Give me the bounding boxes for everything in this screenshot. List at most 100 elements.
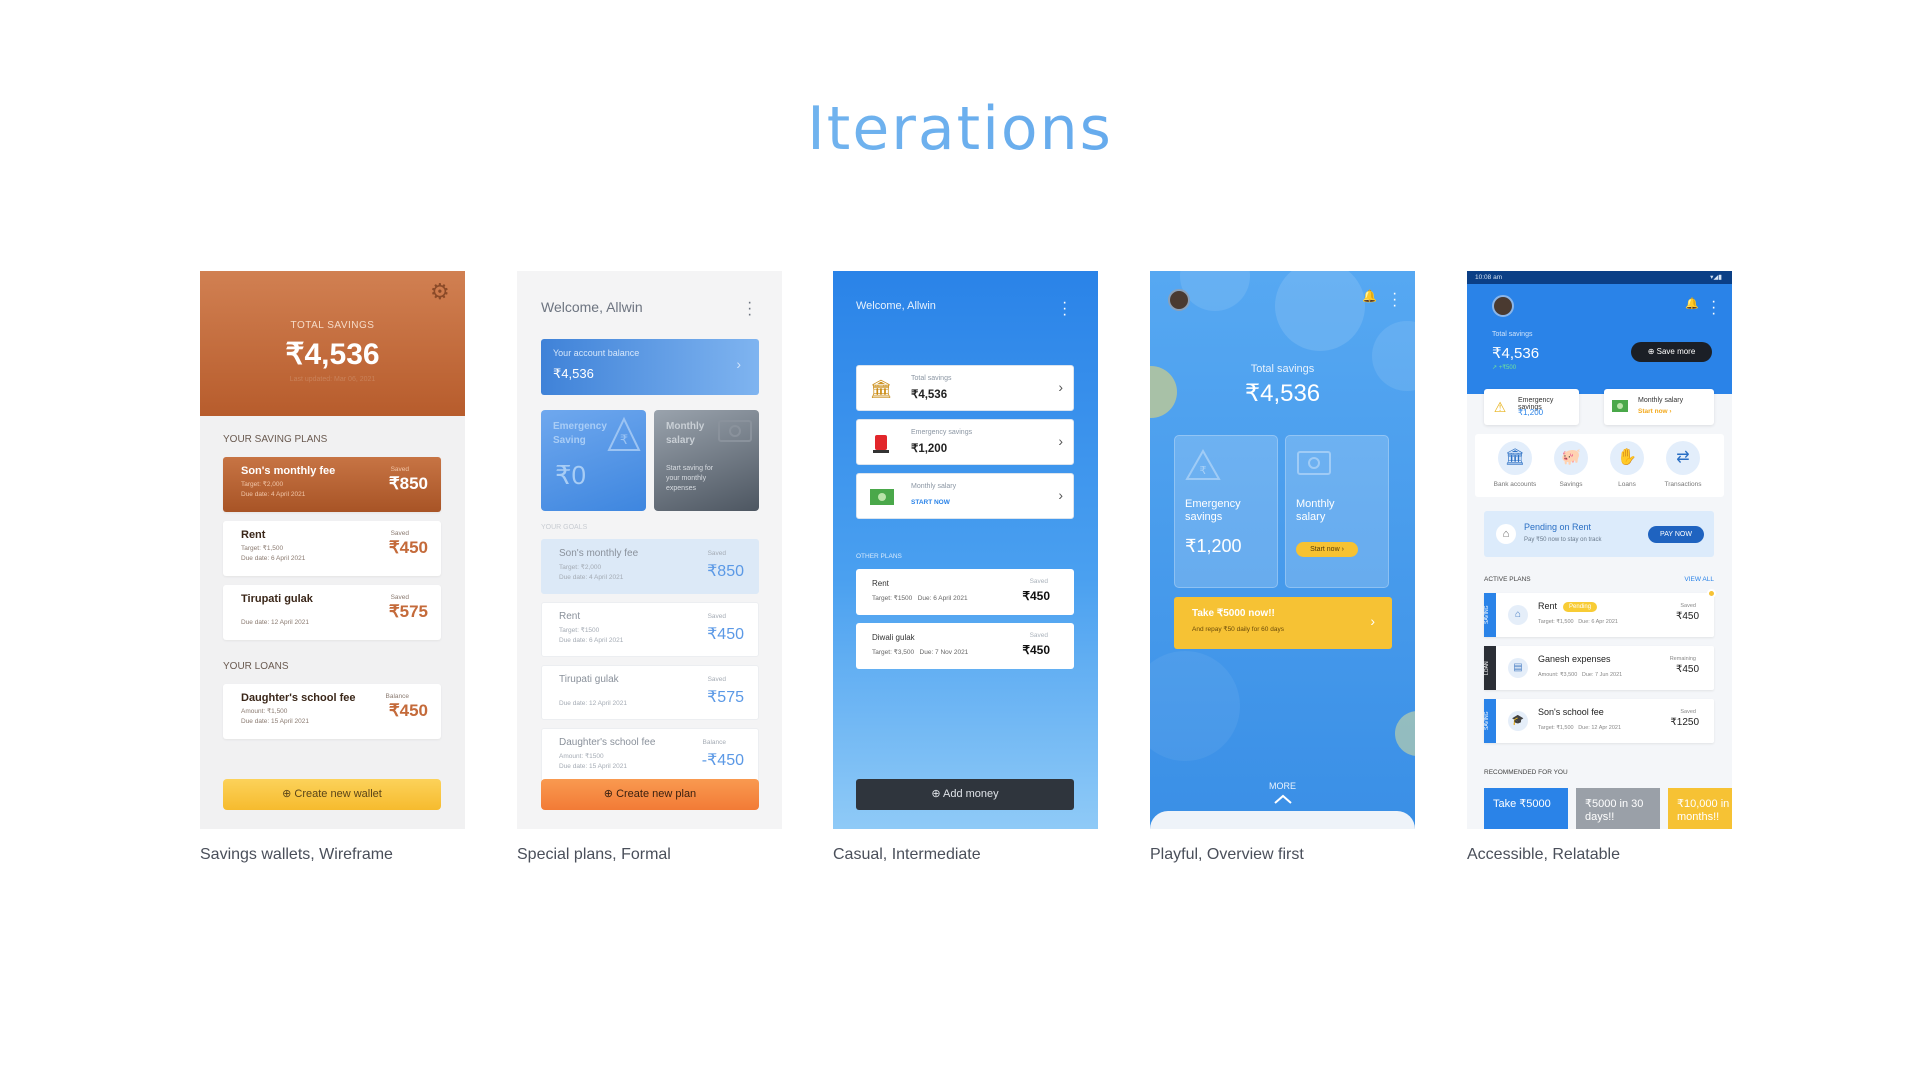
monthly-salary-tile[interactable]: Monthly salary Start now ›	[1285, 435, 1389, 588]
start-now-button[interactable]: Start now ›	[1296, 542, 1358, 557]
plan-target: Target: ₹1500	[872, 595, 913, 602]
plan-card[interactable]: Diwali gulak Target: ₹3,500 Due: 7 Nov 2…	[856, 623, 1074, 669]
savings-wallets-screen: ⚙ TOTAL SAVINGS ₹4,536 Last updated: Mar…	[200, 271, 465, 829]
create-plan-button[interactable]: ⊕ Create new plan	[541, 779, 759, 810]
emergency-savings-card[interactable]: ⚠ Emergency savings ₹1,200	[1484, 389, 1579, 425]
active-plan-card[interactable]: SAVING 🎓 Son's school fee Target: ₹1,500…	[1484, 699, 1714, 743]
account-balance-card[interactable]: Your account balance ₹4,536 ›	[541, 339, 759, 395]
goal-card[interactable]: Son's monthly fee Target: ₹2,000 Due date…	[541, 539, 759, 594]
emergency-saving-tile[interactable]: Emergency Saving ₹ ₹0	[541, 410, 646, 511]
decorative-bubble	[1150, 651, 1240, 761]
pending-rent-banner[interactable]: ⌂ Pending on Rent Pay ₹50 now to stay on…	[1484, 511, 1714, 557]
goal-status: Saved	[707, 550, 726, 557]
school-icon: 🎓	[1508, 711, 1528, 731]
iteration-4: 🔔 · · · Total savings ₹4,536 ₹ Emergency s…	[1150, 271, 1415, 863]
emergency-savings-tile[interactable]: ₹ Emergency savings ₹1,200	[1174, 435, 1278, 588]
pending-title: Pending on Rent	[1524, 522, 1592, 532]
start-now-link[interactable]: Start now ›	[1638, 408, 1672, 415]
plan-status: Saved	[390, 594, 409, 601]
quick-action-loans[interactable]: ✋ Loans	[1601, 441, 1653, 488]
monthly-salary-card[interactable]: Monthly salary Start now ›	[1604, 389, 1714, 425]
plan-card[interactable]: Son's monthly fee Target: ₹2,000 Due date…	[223, 457, 441, 512]
quick-action-label: Loans	[1618, 481, 1636, 488]
plan-card[interactable]: Rent Target: ₹1,500 Due date: 6 April 202…	[223, 521, 441, 576]
bottom-sheet[interactable]	[1150, 811, 1415, 829]
loan-status: Balance	[385, 693, 410, 700]
plan-card[interactable]: Tirupati gulak Due date: 12 April 2021 S…	[223, 585, 441, 640]
plan-due: Due: 6 Apr 2021	[1578, 619, 1618, 625]
plan-meta: Due date: 12 April 2021	[241, 608, 309, 628]
plan-status: Saved	[1029, 578, 1048, 585]
goal-target: Target: ₹1500	[559, 627, 600, 634]
plan-name: Rent	[1538, 601, 1558, 611]
goal-status: Balance	[702, 739, 727, 746]
goal-card[interactable]: Daughter's school fee Amount: ₹1500 Due d…	[541, 728, 759, 783]
monthly-salary-tile[interactable]: Monthly salary Start saving for your mon…	[654, 410, 759, 511]
card-label: Monthly salary	[1638, 397, 1684, 404]
quick-action-savings[interactable]: 🐖 Savings	[1545, 441, 1597, 488]
total-savings-amount: ₹4,536	[1492, 345, 1540, 362]
bell-icon[interactable]: 🔔	[1362, 289, 1377, 303]
quick-action-transactions[interactable]: ⇄ Transactions	[1657, 441, 1709, 488]
add-money-button[interactable]: ⊕ Add money	[856, 779, 1074, 810]
decorative-bubble	[1395, 711, 1415, 756]
welcome-text: Welcome, Allwin	[541, 299, 643, 315]
plan-card[interactable]: Rent Target: ₹1500 Due: 6 April 2021 Sav…	[856, 569, 1074, 615]
goal-amount: -₹450	[701, 752, 744, 769]
gear-icon[interactable]: ⚙	[430, 281, 452, 303]
tile-label: Emergency Saving	[553, 421, 607, 446]
bell-icon[interactable]: 🔔	[1685, 297, 1699, 310]
goal-card[interactable]: Tirupati gulak Due date: 12 April 2021 S…	[541, 665, 759, 720]
goal-card[interactable]: Rent Target: ₹1500 Due date: 6 April 2021…	[541, 602, 759, 657]
emergency-savings-card[interactable]: Emergency savings ₹1,200 ›	[856, 419, 1074, 465]
tile-label: Monthly salary	[666, 421, 705, 446]
view-all-link[interactable]: VIEW ALL	[1684, 576, 1714, 583]
plan-meta: Target: ₹2,000 Due date: 4 April 2021	[241, 480, 305, 500]
hand-coin-icon: ✋	[1610, 441, 1644, 475]
avatar[interactable]	[1168, 289, 1190, 311]
total-savings-card[interactable]: 🏛 Total savings ₹4,536 ›	[856, 365, 1074, 411]
card-label: Monthly salary	[911, 483, 957, 490]
goal-amount: ₹575	[707, 689, 744, 706]
loan-card[interactable]: Daughter's school fee Amount: ₹1,500 Due …	[223, 684, 441, 739]
header: ⚙ TOTAL SAVINGS ₹4,536 Last updated: Mar…	[200, 271, 465, 416]
monthly-salary-card[interactable]: Monthly salary START NOW ›	[856, 473, 1074, 519]
pay-now-button[interactable]: PAY NOW	[1648, 526, 1704, 543]
status-time: 10:08 am	[1475, 274, 1503, 281]
active-plan-card[interactable]: LOAN ▤ Ganesh expenses Amount: ₹3,500 Du…	[1484, 646, 1714, 690]
goals-label: YOUR GOALS	[541, 524, 588, 531]
loan-offer-card[interactable]: Take ₹5000 now!! And repay ₹50 daily for…	[1174, 597, 1392, 649]
status-bar: 10:08 am ▾◢▮	[1467, 271, 1732, 284]
recommendation-card[interactable]: Take ₹5000	[1484, 788, 1568, 829]
avatar[interactable]	[1492, 295, 1514, 317]
last-updated: Last updated: Mar 06, 2021	[289, 376, 376, 383]
more-label[interactable]: MORE	[1150, 781, 1415, 791]
page-title: Iterations	[0, 94, 1920, 164]
more-options-icon[interactable]: · · ·	[1711, 294, 1716, 322]
plan-name: Rent	[241, 529, 266, 541]
quick-action-label: Savings	[1559, 481, 1583, 488]
active-plan-card[interactable]: SAVING ⌂ Rent Pending Target: ₹1,500 Due:…	[1484, 589, 1716, 637]
saving-plans-label: YOUR SAVING PLANS	[223, 434, 328, 445]
warning-icon: ₹	[607, 416, 641, 451]
total-savings-amount: ₹4,536	[1244, 380, 1321, 407]
goal-meta: Target: ₹2,000 Due date: 4 April 2021	[559, 563, 623, 583]
plan-meta: Target: ₹1,500 Due: 6 Apr 2021	[1538, 619, 1618, 625]
create-wallet-button[interactable]: ⊕ Create new wallet	[223, 779, 441, 810]
start-now-link[interactable]: START NOW	[911, 499, 950, 506]
more-options-icon[interactable]: · · ·	[1392, 286, 1397, 314]
recommendation-card[interactable]: ₹5000 in 30 days!!	[1576, 788, 1660, 829]
playful-screen: 🔔 · · · Total savings ₹4,536 ₹ Emergency s…	[1150, 271, 1415, 829]
plan-status: Saved	[1680, 709, 1696, 715]
recommendation-card[interactable]: ₹10,000 in 2 months!!	[1668, 788, 1732, 829]
chevron-up-icon[interactable]	[1273, 793, 1293, 805]
plan-target: Target: ₹2,000	[241, 481, 284, 488]
quick-action-bank-accounts[interactable]: 🏛 Bank accounts	[1489, 441, 1541, 488]
plan-name: Diwali gulak	[872, 633, 915, 642]
goal-due: Due date: 4 April 2021	[559, 574, 624, 581]
more-options-icon[interactable]: · · ·	[1062, 295, 1067, 323]
save-more-button[interactable]: ⊕ Save more	[1631, 342, 1712, 362]
more-options-icon[interactable]: · · ·	[747, 295, 752, 323]
total-savings-amount: ₹4,536	[285, 338, 380, 371]
status-icons: ▾◢▮	[1710, 274, 1722, 281]
